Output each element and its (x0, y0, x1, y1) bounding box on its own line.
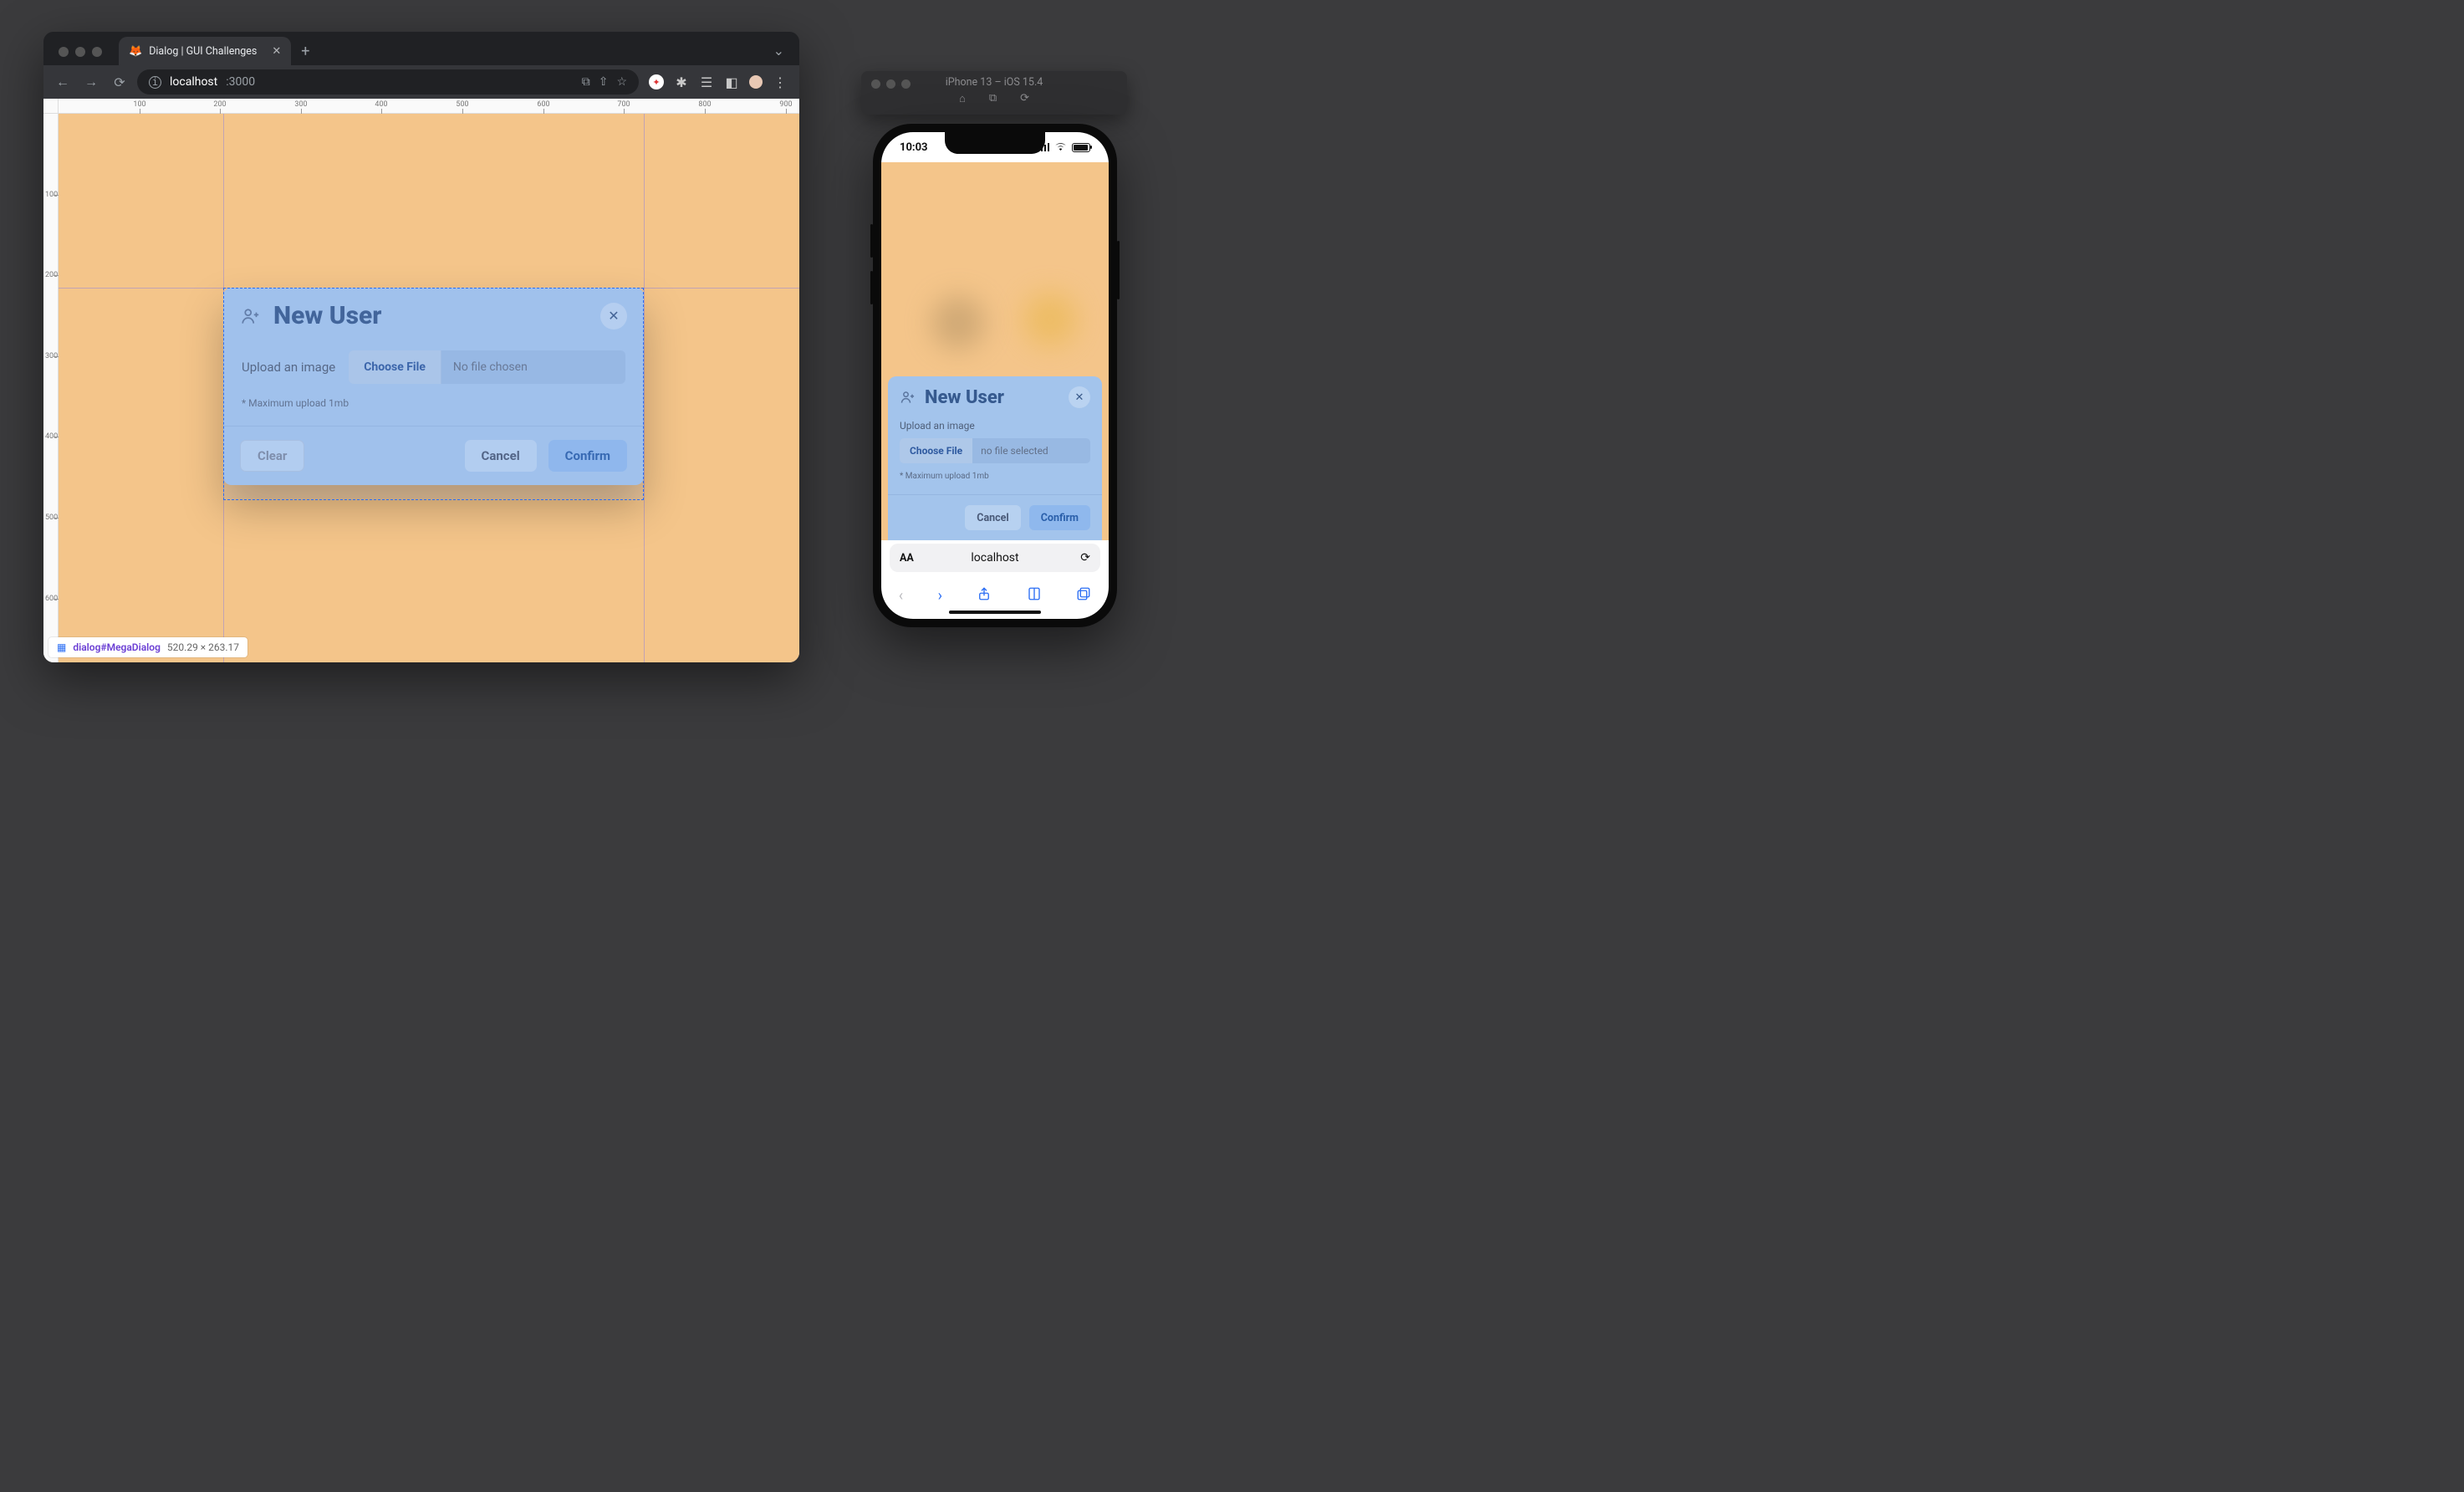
kebab-menu-icon[interactable]: ⋮ (773, 74, 788, 90)
safari-bookmarks-icon[interactable] (1027, 586, 1042, 605)
safari-back-icon[interactable]: ‹ (899, 587, 903, 605)
close-icon: ✕ (608, 308, 619, 324)
viewport: 100 200 300 400 500 600 700 800 900 100 … (43, 99, 799, 662)
mobile-dialog-close-button[interactable]: ✕ (1069, 386, 1090, 408)
tab-overflow-icon[interactable]: ⌄ (758, 43, 799, 65)
mobile-upload-hint: * Maximum upload 1mb (900, 472, 1090, 481)
tab-title: Dialog | GUI Challenges (149, 45, 257, 58)
mobile-dialog: New User ✕ Upload an image Choose File n… (888, 376, 1102, 540)
grid-icon: ▦ (57, 641, 66, 653)
nav-forward-button[interactable]: → (80, 71, 102, 93)
url-host: localhost (170, 75, 217, 89)
dialog-body: Upload an image Choose File No file chos… (223, 339, 644, 414)
close-icon: ✕ (1075, 391, 1084, 404)
open-external-icon[interactable]: ⧉ (582, 75, 590, 89)
iphone-frame: 10:03 New User (873, 124, 1117, 627)
dialog-header: New User ✕ (223, 288, 644, 339)
sim-screenshot-icon[interactable]: ⧉ (989, 92, 997, 105)
page-canvas[interactable]: New User ✕ Upload an image Choose File N… (59, 114, 799, 662)
reading-list-icon[interactable]: ☰ (699, 74, 714, 90)
omnibar: ← → ⟳ i localhost :3000 ⧉ ⇧ ☆ ✦ ✱ ☰ ◧ ⋮ (43, 65, 799, 99)
mobile-file-status-text: no file selected (972, 438, 1090, 463)
upload-label: Upload an image (242, 360, 335, 375)
mobile-confirm-button[interactable]: Confirm (1029, 505, 1090, 530)
chrome-window: 🦊 Dialog | GUI Challenges ✕ + ⌄ ← → ⟳ i … (43, 32, 799, 662)
user-add-icon (900, 389, 916, 406)
guide-v-right (644, 114, 645, 662)
file-status-text: No file chosen (441, 350, 625, 384)
file-input[interactable]: Choose File No file chosen (349, 350, 625, 384)
window-traffic-lights[interactable] (54, 47, 107, 65)
user-add-icon (240, 305, 262, 327)
favicon-icon: 🦊 (129, 45, 142, 58)
status-clock: 10:03 (900, 141, 928, 154)
dialog-close-button[interactable]: ✕ (600, 303, 627, 330)
home-indicator[interactable] (949, 611, 1041, 614)
mobile-dialog-title: New User (925, 387, 1004, 408)
url-port: :3000 (226, 75, 255, 89)
ruler-horizontal: 100 200 300 400 500 600 700 800 900 (59, 99, 799, 114)
ruler-corner (43, 99, 59, 114)
safari-reload-icon[interactable]: ⟳ (1080, 551, 1090, 565)
safari-tabs-icon[interactable] (1076, 586, 1091, 605)
extension-compass-icon[interactable]: ✦ (649, 74, 664, 89)
share-icon[interactable]: ⇧ (599, 75, 609, 89)
devtools-dimensions: 520.29 × 263.17 (167, 641, 239, 653)
blur-decor-a (931, 296, 985, 350)
simulator-title: iPhone 13 – iOS 15.4 (946, 76, 1043, 89)
confirm-button[interactable]: Confirm (548, 440, 627, 472)
browser-tab[interactable]: 🦊 Dialog | GUI Challenges ✕ (119, 37, 291, 65)
mobile-file-input[interactable]: Choose File no file selected (900, 438, 1090, 463)
iphone-screen: 10:03 New User (881, 132, 1109, 619)
sim-home-icon[interactable]: ⌂ (959, 92, 966, 105)
simulator-toolbar: iPhone 13 – iOS 15.4 ⌂ ⧉ ⟳ (861, 71, 1127, 115)
bookmark-star-icon[interactable]: ☆ (616, 75, 627, 89)
mobile-choose-file-button[interactable]: Choose File (900, 438, 972, 463)
nav-back-button[interactable]: ← (52, 71, 74, 93)
devtools-selector: dialog#MegaDialog (73, 641, 161, 653)
toolbar-icons: ✦ ✱ ☰ ◧ ⋮ (645, 74, 791, 90)
cancel-button[interactable]: Cancel (465, 440, 537, 472)
mobile-upload-label: Upload an image (900, 420, 1090, 432)
mega-dialog: New User ✕ Upload an image Choose File N… (223, 288, 644, 485)
dialog-footer: Clear Cancel Confirm (223, 426, 644, 485)
devtools-element-badge[interactable]: ▦ dialog#MegaDialog 520.29 × 263.17 (48, 637, 247, 657)
blur-decor-b (1023, 293, 1077, 346)
clear-button[interactable]: Clear (240, 440, 304, 472)
simulator-traffic-lights[interactable] (871, 79, 911, 89)
new-tab-button[interactable]: + (291, 43, 319, 65)
panel-toggle-icon[interactable]: ◧ (724, 74, 739, 90)
mobile-page[interactable]: New User ✕ Upload an image Choose File n… (881, 162, 1109, 540)
upload-hint: * Maximum upload 1mb (242, 397, 625, 409)
sim-rotate-icon[interactable]: ⟳ (1020, 92, 1029, 105)
tabstrip: 🦊 Dialog | GUI Challenges ✕ + ⌄ (43, 32, 799, 65)
safari-url-bar[interactable]: AA localhost ⟳ (890, 544, 1100, 572)
site-info-icon[interactable]: i (149, 76, 161, 89)
url-input[interactable]: i localhost :3000 ⧉ ⇧ ☆ (137, 69, 639, 95)
safari-forward-icon[interactable]: › (938, 587, 942, 605)
notch (945, 132, 1045, 154)
extensions-icon[interactable]: ✱ (674, 74, 689, 90)
profile-avatar-icon[interactable] (749, 75, 763, 89)
safari-share-icon[interactable] (977, 586, 992, 605)
battery-icon (1072, 143, 1090, 152)
choose-file-button[interactable]: Choose File (349, 350, 441, 384)
ruler-vertical: 100 200 300 400 500 600 (43, 114, 59, 662)
dialog-title: New User (273, 301, 381, 330)
mobile-cancel-button[interactable]: Cancel (965, 505, 1020, 530)
wifi-icon (1054, 141, 1067, 154)
safari-aa-icon[interactable]: AA (900, 552, 914, 565)
nav-reload-button[interactable]: ⟳ (109, 71, 130, 93)
safari-host: localhost (971, 551, 1018, 565)
close-tab-icon[interactable]: ✕ (272, 45, 281, 58)
